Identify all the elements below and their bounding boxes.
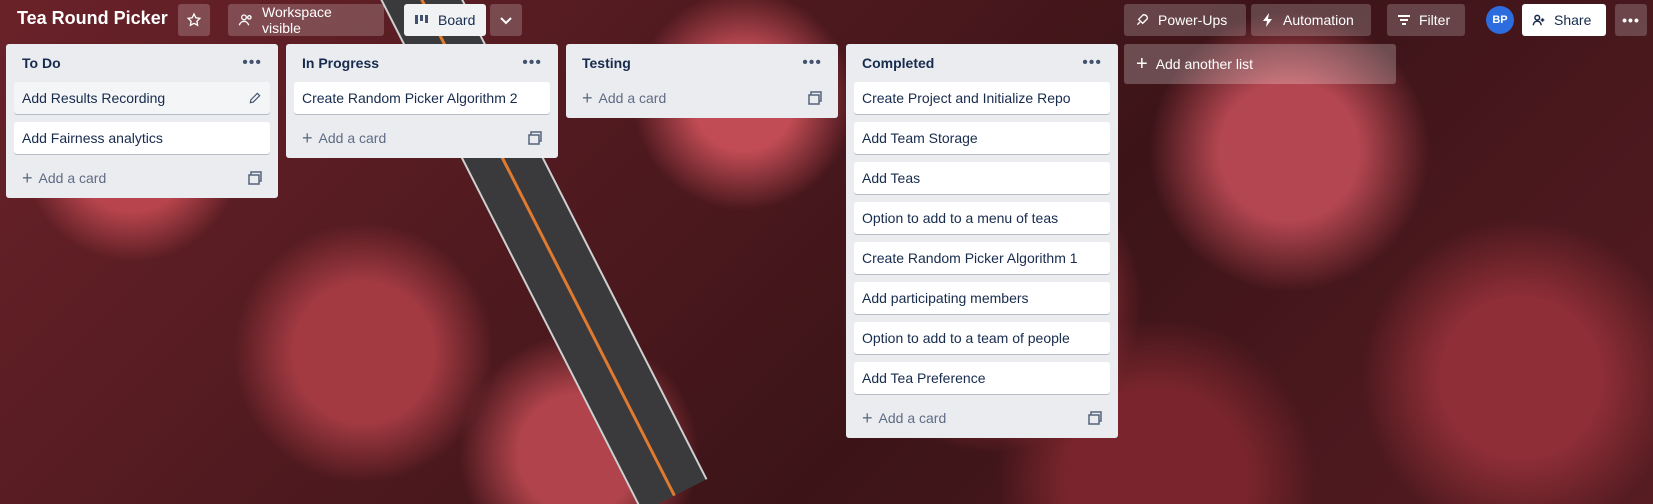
list-completed: Completed ••• Create Project and Initial… (846, 44, 1118, 438)
card-title: Add Tea Preference (862, 370, 986, 386)
plus-icon: + (862, 407, 873, 428)
automation-button[interactable]: Automation (1251, 4, 1371, 36)
card[interactable]: Add Results Recording (14, 82, 270, 114)
list-testing: Testing ••• + Add a card (566, 44, 838, 118)
list-menu-icon[interactable]: ••• (522, 54, 542, 72)
plus-icon: + (302, 127, 313, 148)
automation-label: Automation (1283, 12, 1354, 28)
more-icon: ••• (1622, 12, 1640, 28)
card[interactable]: Add Team Storage (854, 122, 1110, 154)
list-to-do: To Do ••• Add Results Recording Add Fair… (6, 44, 278, 198)
card-template-icon[interactable] (808, 91, 822, 105)
list-menu-icon[interactable]: ••• (802, 54, 822, 72)
card-title: Add participating members (862, 290, 1029, 306)
view-switcher-button[interactable] (490, 4, 522, 36)
list-header[interactable]: Testing ••• (574, 44, 830, 82)
add-card-label: Add a card (878, 410, 947, 426)
card[interactable]: Option to add to a menu of teas (854, 202, 1110, 234)
filter-label: Filter (1419, 12, 1451, 28)
share-button[interactable]: Share (1522, 4, 1606, 36)
card-template-icon[interactable] (528, 131, 542, 145)
list-header[interactable]: To Do ••• (14, 44, 270, 82)
people-icon (238, 12, 254, 28)
board-title[interactable]: Tea Round Picker (17, 8, 168, 29)
star-button[interactable] (178, 4, 210, 36)
workspace-visible-button[interactable]: Workspace visible (228, 4, 384, 36)
card[interactable]: Create Project and Initialize Repo (854, 82, 1110, 114)
list-title: Completed (862, 55, 935, 71)
plus-icon: + (582, 87, 593, 108)
power-ups-button[interactable]: Power-Ups (1124, 4, 1246, 36)
board-view-icon (414, 13, 430, 27)
card-title: Create Project and Initialize Repo (862, 90, 1071, 106)
list-title: In Progress (302, 55, 380, 71)
card[interactable]: Create Random Picker Algorithm 1 (854, 242, 1110, 274)
workspace-visible-label: Workspace visible (262, 4, 332, 36)
share-label: Share (1554, 12, 1592, 28)
add-card-button[interactable]: + Add a card (574, 82, 830, 114)
card[interactable]: Option to add to a team of people (854, 322, 1110, 354)
add-person-icon (1532, 13, 1546, 27)
board-header: Tea Round Picker Workspace visible Board… (0, 0, 1653, 40)
list-title: To Do (22, 55, 61, 71)
plus-icon: + (22, 167, 33, 188)
rocket-icon (1134, 12, 1150, 28)
card-template-icon[interactable] (1088, 411, 1102, 425)
board-menu-button[interactable]: ••• (1615, 4, 1647, 36)
edit-pencil-icon[interactable] (248, 91, 262, 105)
add-card-button[interactable]: + Add a card (854, 402, 1110, 434)
add-list-label: Add another list (1155, 56, 1253, 72)
view-board-button[interactable]: Board (404, 4, 486, 36)
filter-icon (1397, 14, 1411, 26)
list-menu-icon[interactable]: ••• (242, 54, 262, 72)
card-title: Add Team Storage (862, 130, 978, 146)
list-title: Testing (582, 55, 631, 71)
star-icon (186, 12, 202, 28)
card[interactable]: Add Tea Preference (854, 362, 1110, 394)
list-menu-icon[interactable]: ••• (1082, 54, 1102, 72)
chevron-down-icon (499, 13, 513, 27)
card-template-icon[interactable] (248, 171, 262, 185)
list-header[interactable]: Completed ••• (854, 44, 1110, 82)
plus-icon: + (1136, 52, 1148, 75)
add-another-list-button[interactable]: + Add another list (1124, 44, 1396, 84)
filter-button[interactable]: Filter (1387, 4, 1465, 36)
card-title: Add Results Recording (22, 90, 166, 106)
card-title: Create Random Picker Algorithm 2 (302, 90, 518, 106)
card[interactable]: Add Teas (854, 162, 1110, 194)
card[interactable]: Add participating members (854, 282, 1110, 314)
member-avatar[interactable]: BP (1486, 6, 1514, 34)
power-ups-label: Power-Ups (1158, 12, 1228, 28)
card-title: Option to add to a menu of teas (862, 210, 1059, 226)
add-card-button[interactable]: + Add a card (294, 122, 550, 154)
list-header[interactable]: In Progress ••• (294, 44, 550, 82)
list-in-progress: In Progress ••• Create Random Picker Alg… (286, 44, 558, 158)
card[interactable]: Add Fairness analytics (14, 122, 270, 154)
add-card-button[interactable]: + Add a card (14, 162, 270, 194)
add-card-label: Add a card (598, 90, 667, 106)
view-board-label: Board (438, 12, 476, 28)
add-card-label: Add a card (38, 170, 107, 186)
card-title: Create Random Picker Algorithm 1 (862, 250, 1078, 266)
card-title: Add Teas (862, 170, 921, 186)
card-title: Option to add to a team of people (862, 330, 1070, 346)
card-title: Add Fairness analytics (22, 130, 163, 146)
lightning-icon (1261, 12, 1275, 28)
card[interactable]: Create Random Picker Algorithm 2 (294, 82, 550, 114)
add-card-label: Add a card (318, 130, 387, 146)
